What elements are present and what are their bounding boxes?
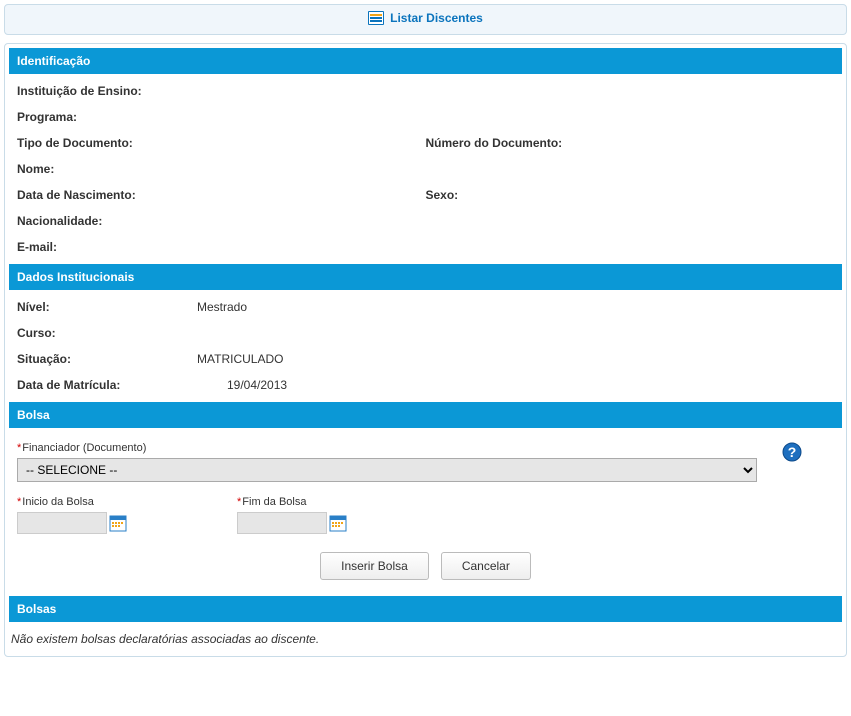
section-body-bolsa: ? *Financiador (Documento) -- SELECIONE … — [9, 428, 842, 596]
label-nome: Nome: — [17, 162, 197, 176]
cancelar-button[interactable]: Cancelar — [441, 552, 531, 580]
label-fim-bolsa: *Fim da Bolsa — [237, 496, 347, 508]
listar-discentes-link[interactable]: Listar Discentes — [368, 11, 483, 25]
label-tipo-documento: Tipo de Documento: — [17, 136, 197, 150]
value-situacao: MATRICULADO — [197, 352, 283, 366]
label-situacao: Situação: — [17, 352, 197, 366]
financiador-select[interactable]: -- SELECIONE -- — [17, 458, 757, 482]
required-marker: * — [237, 496, 241, 508]
label-data-matricula: Data de Matrícula: — [17, 378, 197, 392]
calendar-icon[interactable] — [109, 514, 127, 532]
required-marker: * — [17, 496, 21, 508]
bolsas-empty-message: Não existem bolsas declaratórias associa… — [9, 622, 842, 652]
label-data-nascimento: Data de Nascimento: — [17, 188, 197, 202]
list-icon — [368, 11, 384, 25]
calendar-icon[interactable] — [329, 514, 347, 532]
listar-discentes-label: Listar Discentes — [390, 11, 483, 25]
section-body-identificacao: Instituição de Ensino: Programa: Tipo de… — [9, 74, 842, 264]
label-inicio-bolsa: *Inicio da Bolsa — [17, 496, 127, 508]
inserir-bolsa-button[interactable]: Inserir Bolsa — [320, 552, 429, 580]
label-nivel: Nível: — [17, 300, 197, 314]
section-body-dados-institucionais: Nível: Mestrado Curso: Situação: MATRICU… — [9, 290, 842, 402]
value-nivel: Mestrado — [197, 300, 247, 314]
required-marker: * — [17, 442, 21, 454]
label-sexo: Sexo: — [426, 188, 459, 202]
label-programa: Programa: — [17, 110, 197, 124]
main-panel: Identificação Instituição de Ensino: Pro… — [4, 43, 847, 657]
section-header-bolsas: Bolsas — [9, 596, 842, 622]
label-curso: Curso: — [17, 326, 197, 340]
label-instituicao: Instituição de Ensino: — [17, 84, 197, 98]
label-email: E-mail: — [17, 240, 197, 254]
value-data-matricula: 19/04/2013 — [197, 378, 287, 392]
section-header-bolsa: Bolsa — [9, 402, 842, 428]
section-header-identificacao: Identificação — [9, 48, 842, 74]
page-container: Listar Discentes Identificação Instituiç… — [4, 4, 847, 657]
label-numero-documento: Número do Documento: — [426, 136, 563, 150]
label-financiador: *Financiador (Documento) — [17, 442, 834, 454]
section-header-dados-institucionais: Dados Institucionais — [9, 264, 842, 290]
top-bar: Listar Discentes — [4, 4, 847, 35]
label-nacionalidade: Nacionalidade: — [17, 214, 197, 228]
inicio-bolsa-input[interactable] — [17, 512, 107, 534]
fim-bolsa-input[interactable] — [237, 512, 327, 534]
